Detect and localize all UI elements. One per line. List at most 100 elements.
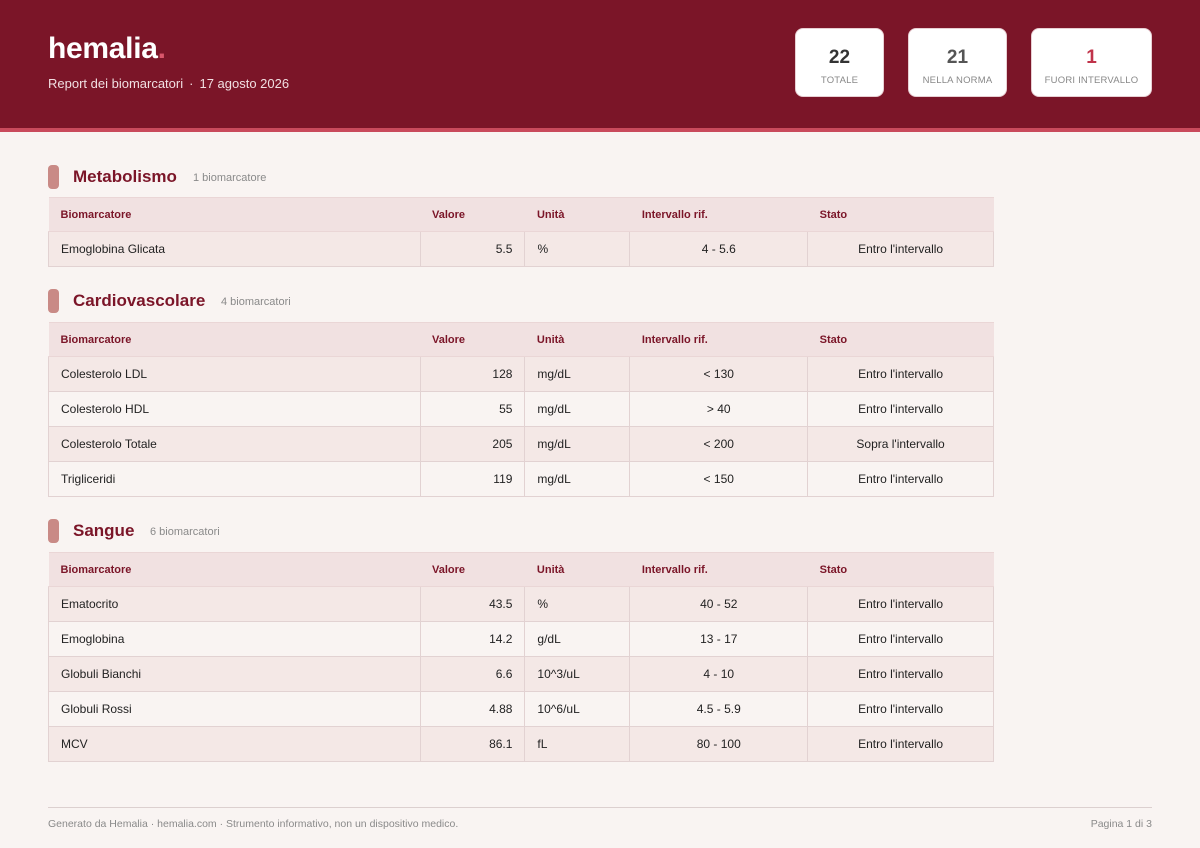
column-header: Intervallo rif. [629,197,808,232]
column-header: Biomarcatore [48,197,421,232]
biomarker-value: 5.5 [419,231,526,267]
section-title: Sangue [73,521,135,540]
section-title: Cardiovascolare [73,291,206,310]
biomarker-unit: % [524,586,631,622]
table-row: Colesterolo LDL 128 mg/dL < 130 Entro l'… [48,356,994,392]
stat-card-out-of-range: 1 FUORI INTERVALLO [1031,28,1152,97]
table-row: MCV 86.1 fL 80 - 100 Entro l'intervallo [48,726,994,762]
section-marker [48,165,59,189]
column-header: Valore [420,197,525,232]
footer-disclaimer: Generato da Hemalia · hemalia.com · Stru… [48,818,459,830]
reference-range: 40 - 52 [629,586,809,622]
status-cell: Entro l'intervallo [807,656,994,692]
biomarker-name: Colesterolo LDL [48,356,421,392]
biomarker-name: Ematocrito [48,586,421,622]
column-header: Unità [524,552,630,587]
stat-out-value: 1 [1086,47,1097,68]
status-cell: Entro l'intervallo [807,356,994,392]
biomarker-table-sangue: Biomarcatore Valore Unità Intervallo rif… [48,552,994,762]
biomarker-unit: mg/dL [524,461,631,497]
status-cell: Entro l'intervallo [807,586,994,622]
status-cell: Entro l'intervallo [807,461,994,497]
biomarker-name: Globuli Bianchi [48,656,421,692]
table-row: Emoglobina Glicata 5.5 % 4 - 5.6 Entro l… [48,231,994,267]
stat-normal-value: 21 [946,47,969,68]
brand-logo: hemalia. [48,32,166,65]
section-count: 1 biomarcatore [193,172,267,184]
column-header: Stato [807,552,994,587]
biomarker-unit: % [524,231,631,267]
biomarker-name: Emoglobina Glicata [48,231,421,267]
biomarker-table-metabolismo: Biomarcatore Valore Unità Intervallo rif… [48,197,994,267]
section-count: 4 biomarcatori [221,296,291,308]
biomarker-value: 128 [419,356,526,392]
stat-total-label: TOTALE [820,75,859,86]
stat-out-label: FUORI INTERVALLO [1044,75,1139,86]
table-row: Trigliceridi 119 mg/dL < 150 Entro l'int… [48,461,994,497]
report-subtitle: Report dei biomarcatori · 17 agosto 2026 [48,76,289,91]
status-cell: Sopra l'intervallo [807,426,994,462]
column-header: Valore [420,552,525,587]
biomarker-name: MCV [48,726,421,762]
reference-range: < 150 [629,461,809,497]
table-row: Globuli Rossi 4.88 10^6/uL 4.5 - 5.9 Ent… [48,691,994,727]
reference-range: 4.5 - 5.9 [629,691,809,727]
biomarker-unit: 10^3/uL [524,656,631,692]
biomarker-value: 4.88 [419,691,526,727]
stat-card-normal: 21 NELLA NORMA [908,28,1007,97]
column-header: Stato [807,197,994,232]
biomarker-name: Colesterolo HDL [48,391,421,427]
status-cell: Entro l'intervallo [807,621,994,657]
section-count: 6 biomarcatori [150,526,220,538]
status-cell: Entro l'intervallo [807,231,994,267]
section-title: Metabolismo [73,167,177,186]
page-number: Pagina 1 di 3 [1090,818,1152,830]
reference-range: 80 - 100 [629,726,809,762]
reference-range: < 200 [629,426,809,462]
status-cell: Entro l'intervallo [807,391,994,427]
status-cell: Entro l'intervallo [807,726,994,762]
column-header: Valore [420,322,525,357]
biomarker-unit: mg/dL [524,391,631,427]
column-header: Intervallo rif. [629,322,808,357]
stat-card-total: 22 TOTALE [795,28,884,97]
table-header-row: Biomarcatore Valore Unità Intervallo rif… [48,322,994,357]
reference-range: 13 - 17 [629,621,809,657]
table-row: Emoglobina 14.2 g/dL 13 - 17 Entro l'int… [48,621,994,657]
biomarker-name: Trigliceridi [48,461,421,497]
biomarker-name: Colesterolo Totale [48,426,421,462]
biomarker-value: 86.1 [419,726,526,762]
section-marker [48,289,59,313]
table-row: Globuli Bianchi 6.6 10^3/uL 4 - 10 Entro… [48,656,994,692]
biomarker-unit: g/dL [524,621,631,657]
column-header: Stato [807,322,994,357]
biomarker-value: 119 [419,461,526,497]
biomarker-value: 6.6 [419,656,526,692]
column-header: Biomarcatore [48,322,421,357]
biomarker-unit: fL [524,726,631,762]
reference-range: > 40 [629,391,809,427]
column-header: Unità [524,322,630,357]
table-row: Colesterolo Totale 205 mg/dL < 200 Sopra… [48,426,994,462]
biomarker-unit: 10^6/uL [524,691,631,727]
section-marker [48,519,59,543]
biomarker-table-cardiovascolare: Biomarcatore Valore Unità Intervallo rif… [48,322,994,497]
stat-total-value: 22 [828,47,851,68]
subtitle-separator: · [189,76,194,91]
brand-dot: . [157,32,166,65]
reference-range: 4 - 10 [629,656,809,692]
biomarker-unit: mg/dL [524,426,631,462]
report-header: hemalia. Report dei biomarcatori · 17 agos… [0,0,1200,132]
footer-divider [48,807,1152,808]
column-header: Intervallo rif. [629,552,808,587]
report-date: 17 agosto 2026 [199,76,290,91]
table-row: Colesterolo HDL 55 mg/dL > 40 Entro l'in… [48,391,994,427]
column-header: Unità [524,197,630,232]
biomarker-value: 43.5 [419,586,526,622]
table-header-row: Biomarcatore Valore Unità Intervallo rif… [48,197,994,232]
biomarker-value: 14.2 [419,621,526,657]
biomarker-value: 205 [419,426,526,462]
reference-range: 4 - 5.6 [629,231,809,267]
table-row: Ematocrito 43.5 % 40 - 52 Entro l'interv… [48,586,994,622]
stat-normal-label: NELLA NORMA [922,75,993,86]
